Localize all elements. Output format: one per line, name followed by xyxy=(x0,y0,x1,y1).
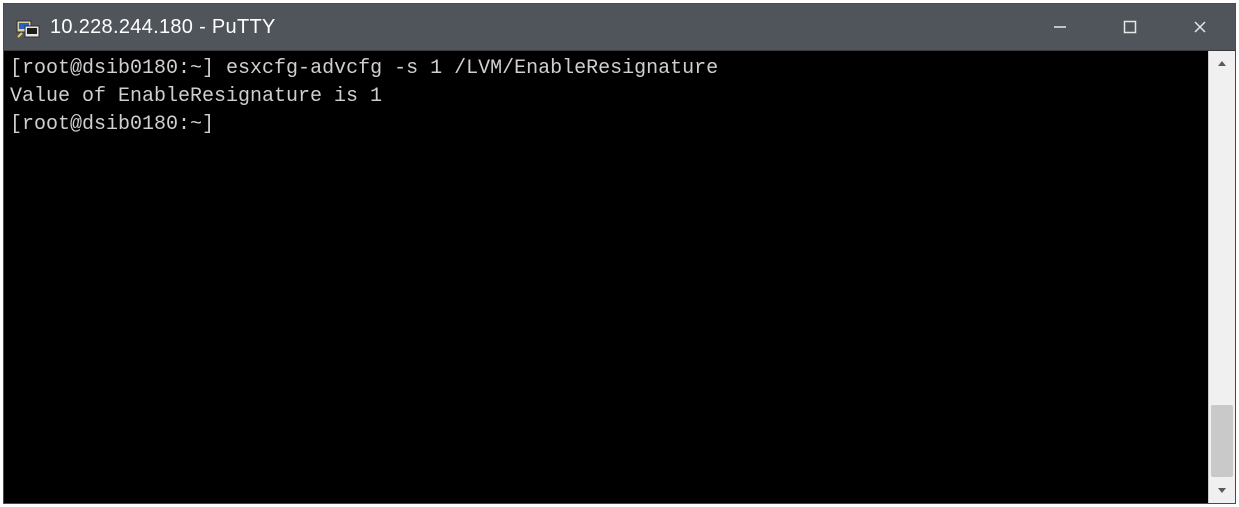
terminal-cursor xyxy=(226,114,236,136)
scrollbar-track[interactable] xyxy=(1209,77,1235,477)
minimize-button[interactable] xyxy=(1025,4,1095,50)
close-button[interactable] xyxy=(1165,4,1235,50)
scrollbar-thumb[interactable] xyxy=(1211,405,1233,477)
shell-output: Value of EnableResignature is 1 xyxy=(10,85,382,108)
shell-prompt: [root@dsib0180:~] xyxy=(10,113,214,136)
vertical-scrollbar[interactable] xyxy=(1208,51,1235,503)
scroll-down-button[interactable] xyxy=(1209,477,1235,503)
title-bar[interactable]: 10.228.244.180 - PuTTY xyxy=(4,4,1235,50)
terminal-output[interactable]: [root@dsib0180:~] esxcfg-advcfg -s 1 /LV… xyxy=(4,51,1208,503)
maximize-button[interactable] xyxy=(1095,4,1165,50)
client-area: [root@dsib0180:~] esxcfg-advcfg -s 1 /LV… xyxy=(4,50,1235,503)
putty-window: 10.228.244.180 - PuTTY [root@dsib0180:~]… xyxy=(4,4,1235,503)
putty-icon xyxy=(16,15,40,39)
shell-command: esxcfg-advcfg -s 1 /LVM/EnableResignatur… xyxy=(214,57,718,80)
shell-prompt: [root@dsib0180:~] xyxy=(10,57,214,80)
window-title: 10.228.244.180 - PuTTY xyxy=(50,16,276,39)
scroll-up-button[interactable] xyxy=(1209,51,1235,77)
window-control-buttons xyxy=(1025,4,1235,50)
